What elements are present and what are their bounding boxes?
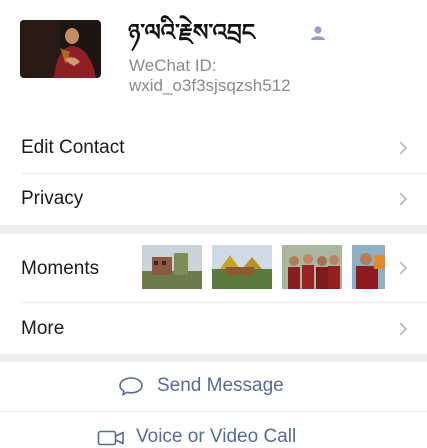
moment-photo[interactable] — [282, 245, 342, 289]
voice-video-call-button[interactable]: Voice or Video Call — [0, 412, 427, 447]
edit-contact-row[interactable]: Edit Contact — [0, 123, 427, 173]
profile-header: ཉ་ལའི་རྗེས་འབྲང WeChat ID: wxid_o3f3sjsq… — [0, 0, 427, 120]
wechat-id-value: wxid_o3f3sjsqzsh512 — [129, 76, 291, 95]
edit-contact-label: Edit Contact — [21, 137, 125, 158]
moment-photo[interactable] — [212, 245, 272, 289]
avatar[interactable] — [20, 20, 101, 78]
chevron-right-icon — [399, 141, 408, 155]
send-message-button[interactable]: Send Message — [0, 362, 427, 411]
wechat-id: WeChat ID: wxid_o3f3sjsqzsh512 — [129, 56, 359, 96]
privacy-row[interactable]: Privacy — [0, 174, 427, 224]
section-gap — [0, 354, 427, 362]
chevron-right-icon — [399, 322, 408, 336]
privacy-label: Privacy — [21, 188, 84, 209]
chevron-right-icon — [399, 192, 408, 206]
more-label: More — [21, 318, 65, 339]
wechat-id-label: WeChat ID: — [129, 56, 217, 75]
chevron-right-icon — [399, 261, 408, 275]
moments-label: Moments — [21, 258, 100, 279]
moment-photo[interactable] — [142, 245, 202, 289]
contact-name: ཉ་ལའི་རྗེས་འབྲང — [128, 20, 256, 46]
section-gap — [0, 225, 427, 234]
more-row[interactable]: More — [0, 303, 427, 353]
send-message-label: Send Message — [157, 375, 284, 396]
video-camera-icon — [97, 430, 124, 446]
moment-photo[interactable] — [352, 245, 385, 289]
person-icon — [311, 26, 325, 40]
chat-bubble-icon — [119, 377, 143, 396]
